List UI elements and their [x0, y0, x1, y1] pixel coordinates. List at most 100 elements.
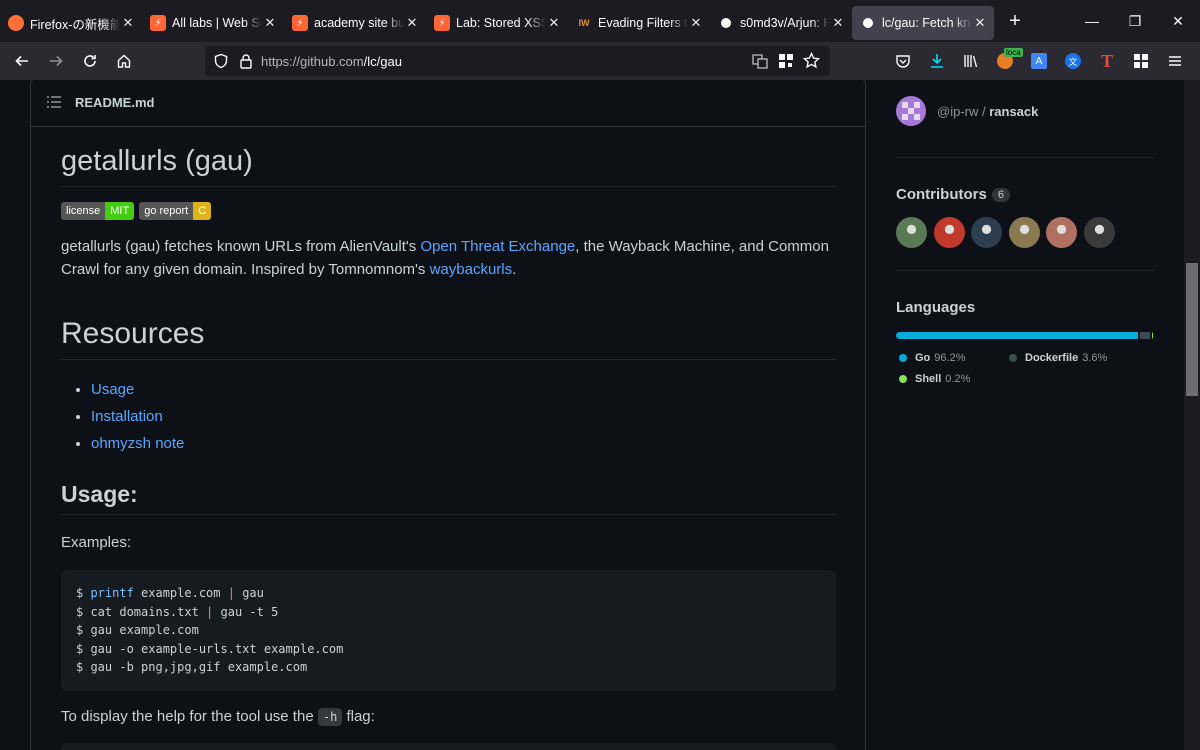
help-flag-code: -h — [317, 707, 343, 726]
firefox-icon — [8, 15, 24, 31]
translate-icon[interactable] — [752, 53, 768, 69]
language-item[interactable]: Dockerfile 3.6% — [1006, 352, 1107, 364]
contributor-avatar[interactable] — [971, 217, 1002, 248]
language-percent: 3.6% — [1082, 351, 1108, 364]
readme-header: README.md — [31, 80, 865, 127]
translator-icon[interactable]: 文 — [1056, 45, 1090, 77]
language-item[interactable]: Shell 0.2% — [896, 373, 970, 385]
github-icon — [860, 15, 876, 31]
divider — [896, 157, 1154, 158]
language-dot-icon — [899, 353, 907, 362]
tab-5[interactable]: IW Evading Filters to ✕ — [568, 6, 710, 40]
toc-list: Usage Installation ohmyzsh note — [61, 376, 836, 457]
home-button[interactable] — [108, 45, 140, 77]
tab-close-icon[interactable]: ✕ — [546, 15, 562, 31]
language-row: Go 96.2% Dockerfile 3.6% — [896, 347, 1154, 368]
home-icon — [117, 54, 131, 68]
contributors-heading[interactable]: Contributors 6 — [896, 186, 1154, 203]
waybackurls-link[interactable]: waybackurls — [430, 261, 513, 278]
otx-link[interactable]: Open Threat Exchange — [420, 238, 575, 255]
contributor-avatar[interactable] — [1008, 217, 1040, 248]
tab-2[interactable]: ⚡ All labs | Web Sec✕ — [142, 6, 284, 40]
language-bar-segment — [1140, 332, 1150, 339]
badges: license MIT go report C — [61, 202, 836, 222]
help-code-block[interactable] — [61, 742, 836, 750]
language-bar-segment — [896, 332, 1139, 339]
tab-6[interactable]: s0md3v/Arjun: HT✕ — [710, 6, 852, 40]
badge-1[interactable]: license MIT — [61, 202, 135, 220]
tracking-shield-icon[interactable] — [213, 53, 229, 69]
help-text-1: To display the help for the tool use the — [61, 707, 318, 725]
code-token: cat domains.txt — [90, 604, 207, 619]
tab-title: Evading Filters to — [598, 16, 688, 30]
language-bar-segment — [1151, 332, 1152, 339]
lock-icon[interactable] — [239, 53, 253, 69]
scrollbar-thumb[interactable] — [1186, 263, 1198, 396]
readme-filename: README.md — [75, 95, 155, 110]
tab-close-icon[interactable]: ✕ — [404, 15, 420, 31]
tab-close-icon[interactable]: ✕ — [688, 15, 704, 31]
tab-4[interactable]: ⚡ Lab: Stored XSS in✕ — [426, 6, 568, 40]
portswigger-icon: ⚡ — [292, 15, 308, 31]
tab-close-icon[interactable]: ✕ — [262, 15, 278, 31]
tab-title: s0md3v/Arjun: HT — [740, 16, 830, 30]
qr-code-icon[interactable] — [778, 53, 794, 69]
extension-localhost-icon[interactable]: loca — [988, 45, 1023, 77]
contributor-avatar[interactable] — [1083, 217, 1115, 248]
languages-heading: Languages — [896, 299, 976, 316]
tab-close-icon[interactable]: ✕ — [830, 15, 846, 31]
code-prompt: $ — [76, 641, 91, 656]
usage-code-block[interactable]: $ printf example.com | gau $ cat domains.… — [61, 570, 836, 691]
language-row: Shell 0.2% — [896, 368, 1154, 389]
restore-button[interactable]: ❐ — [1113, 0, 1157, 42]
portswigger-icon: ⚡ — [150, 15, 166, 31]
back-button[interactable] — [6, 45, 38, 77]
close-window-button[interactable]: ✕ — [1156, 0, 1200, 42]
code-token: | — [227, 586, 235, 600]
reload-icon — [84, 55, 96, 67]
tab-7[interactable]: lc/gau: Fetch know✕ — [852, 6, 994, 40]
list-icon[interactable] — [47, 95, 61, 111]
badge-2[interactable]: go report C — [139, 202, 212, 220]
library-icon[interactable] — [954, 45, 988, 77]
contributor-avatar[interactable] — [933, 217, 965, 248]
tab-3[interactable]: ⚡ academy site bug ✕ — [284, 6, 426, 40]
code-token: gau -o example-urls.txt example.com — [90, 641, 344, 656]
pocket-icon[interactable] — [886, 45, 920, 77]
navigation-toolbar: https://github.com/lc/gau loca A 文 T — [0, 42, 1200, 80]
toc-item-usage[interactable]: Usage — [91, 376, 836, 403]
badge-value: MIT — [105, 202, 135, 220]
bookmark-star-icon[interactable] — [803, 52, 820, 69]
url-bar[interactable]: https://github.com/lc/gau — [205, 46, 830, 76]
reload-button[interactable] — [74, 45, 106, 77]
tab-close-icon[interactable]: ✕ — [120, 15, 136, 31]
contributor-avatar[interactable] — [896, 217, 927, 248]
language-item[interactable]: Go 96.2% — [896, 352, 986, 364]
readme-panel: README.md getallurls (gau) license MIT go … — [30, 80, 866, 750]
new-tab-button[interactable]: + — [1000, 6, 1030, 36]
minimize-button[interactable]: — — [1070, 0, 1114, 42]
contributor-avatar[interactable] — [1046, 217, 1077, 248]
code-line: $ gau -o example-urls.txt example.com — [76, 640, 821, 659]
code-token: gau — [234, 586, 264, 600]
tab-1[interactable]: Firefox-の新機能 -✕ — [0, 6, 142, 40]
translate-extension-icon[interactable]: A — [1022, 45, 1056, 77]
help-paragraph: To display the help for the tool use the… — [61, 705, 836, 729]
language-dot-icon — [1009, 353, 1017, 362]
forward-button[interactable] — [40, 45, 72, 77]
tab-close-icon[interactable]: ✕ — [972, 15, 988, 31]
toc-item-ohmyzsh[interactable]: ohmyzsh note — [91, 430, 836, 457]
tab-title: lc/gau: Fetch know — [882, 16, 972, 30]
extensions-icon[interactable] — [1124, 45, 1158, 77]
scrollbar[interactable] — [1184, 80, 1200, 750]
used-by-entry[interactable]: @ip-rw / ransack — [896, 82, 1154, 140]
t-extension-icon[interactable]: T — [1090, 45, 1124, 77]
badge-label: license — [61, 202, 106, 220]
language-dot-icon — [899, 374, 907, 383]
toc-item-installation[interactable]: Installation — [91, 403, 836, 430]
menu-icon[interactable] — [1158, 45, 1192, 77]
avatar[interactable] — [896, 96, 926, 126]
downloads-icon[interactable] — [920, 45, 954, 77]
used-by-user: @ip-rw — [937, 103, 979, 119]
used-by-name[interactable]: @ip-rw / ransack — [937, 104, 1038, 119]
